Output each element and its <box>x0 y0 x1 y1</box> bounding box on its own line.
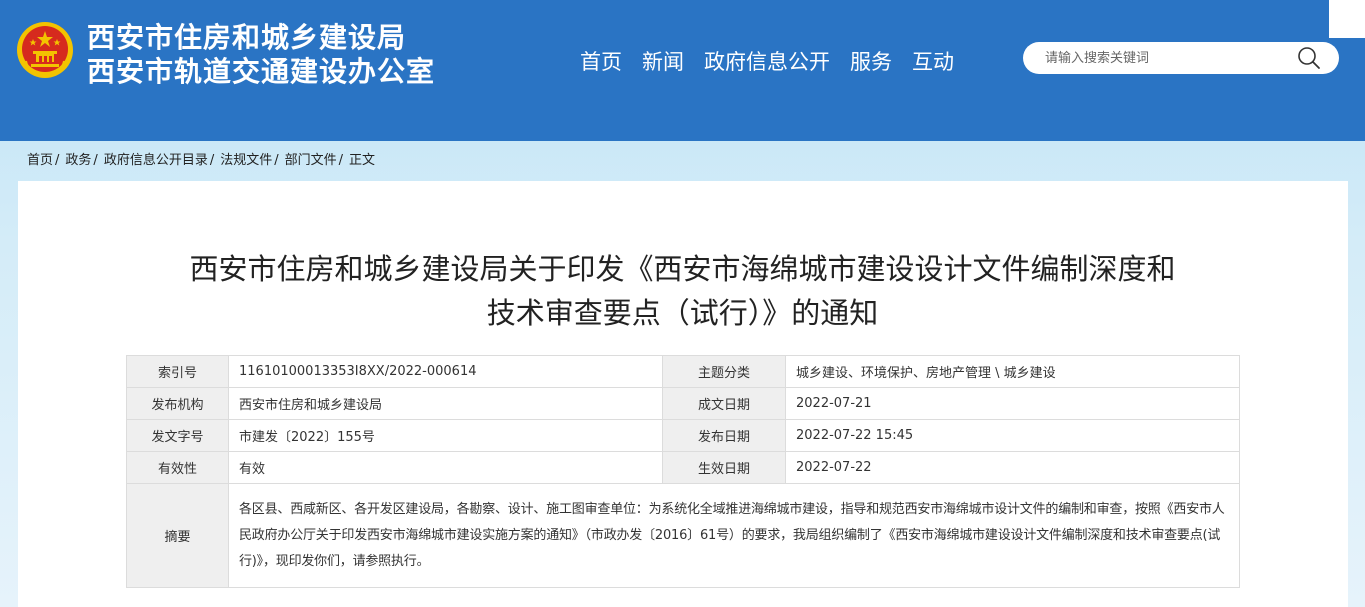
article-title-line1: 西安市住房和城乡建设局关于印发《西安市海绵城市建设设计文件编制深度和 <box>189 252 1176 286</box>
written-date-value: 2022-07-21 <box>785 387 1240 420</box>
doc-number-value: 市建发〔2022〕155号 <box>228 419 663 452</box>
summary-label: 摘要 <box>126 483 229 588</box>
table-row: 索引号 11610100013353I8XX/2022-000614 主题分类 … <box>126 355 1240 388</box>
article-title: 西安市住房和城乡建设局关于印发《西安市海绵城市建设设计文件编制深度和 技术审查要… <box>0 247 1365 335</box>
publisher-label: 发布机构 <box>126 387 229 420</box>
publish-date-label: 发布日期 <box>662 419 786 452</box>
written-date-label: 成文日期 <box>662 387 786 420</box>
search-input[interactable] <box>1045 42 1295 74</box>
index-value: 11610100013353I8XX/2022-000614 <box>228 355 663 388</box>
breadcrumb-separator: / <box>55 153 60 168</box>
breadcrumb-regulations[interactable]: 法规文件 <box>220 152 272 170</box>
topic-label: 主题分类 <box>662 355 786 388</box>
breadcrumb-current-text: 正文 <box>349 153 376 168</box>
header-corner-blank <box>1329 0 1365 38</box>
breadcrumb-home[interactable]: 首页 <box>27 152 53 170</box>
publish-date-value: 2022-07-22 15:45 <box>785 419 1240 452</box>
main-nav: 首页 新闻 政府信息公开 服务 互动 <box>580 46 974 78</box>
effective-date-label: 生效日期 <box>662 451 786 484</box>
validity-label: 有效性 <box>126 451 229 484</box>
breadcrumb-separator: / <box>338 153 344 168</box>
site-title[interactable]: 西安市住房和城乡建设局 西安市轨道交通建设办公室 <box>87 21 435 89</box>
effective-date-value: 2022-07-22 <box>785 451 1240 484</box>
breadcrumb-separator: / <box>209 153 215 168</box>
breadcrumb-gov-info-catalog[interactable]: 政府信息公开目录 <box>104 152 208 170</box>
breadcrumb-separator: / <box>93 153 98 168</box>
topic-value: 城乡建设、环境保护、房地产管理 \ 城乡建设 <box>785 355 1240 388</box>
nav-interaction[interactable]: 互动 <box>912 46 954 78</box>
table-row: 摘要 各区县、西咸新区、各开发区建设局，各勘察、设计、施工图审查单位：为系统化全… <box>126 483 1240 588</box>
site-header: 西安市住房和城乡建设局 西安市轨道交通建设办公室 首页 新闻 政府信息公开 服务… <box>0 0 1365 141</box>
nav-news[interactable]: 新闻 <box>642 46 684 78</box>
nav-services[interactable]: 服务 <box>850 46 892 78</box>
index-label: 索引号 <box>126 355 229 388</box>
table-row: 发布机构 西安市住房和城乡建设局 成文日期 2022-07-21 <box>126 387 1240 420</box>
breadcrumb: 首页 / 政务 / 政府信息公开目录 / 法规文件 / 部门文件 / 正文 <box>27 152 375 170</box>
document-meta-table: 索引号 11610100013353I8XX/2022-000614 主题分类 … <box>126 355 1240 588</box>
table-row: 有效性 有效 生效日期 2022-07-22 <box>126 451 1240 484</box>
article-title-line2: 技术审查要点（试行）》的通知 <box>486 296 879 330</box>
search-box <box>1023 42 1339 74</box>
national-emblem-icon <box>17 22 73 78</box>
site-title-line2: 西安市轨道交通建设办公室 <box>87 55 436 88</box>
validity-value: 有效 <box>228 451 663 484</box>
publisher-value: 西安市住房和城乡建设局 <box>228 387 663 420</box>
breadcrumb-separator: / <box>274 153 279 168</box>
nav-gov-info-public[interactable]: 政府信息公开 <box>704 46 830 78</box>
table-row: 发文字号 市建发〔2022〕155号 发布日期 2022-07-22 15:45 <box>126 419 1240 452</box>
search-icon[interactable] <box>1296 46 1322 70</box>
breadcrumb-government-affairs[interactable]: 政务 <box>65 152 91 170</box>
breadcrumb-dept-documents[interactable]: 部门文件 <box>285 152 337 170</box>
summary-value: 各区县、西咸新区、各开发区建设局，各勘察、设计、施工图审查单位：为系统化全域推进… <box>228 483 1240 588</box>
doc-number-label: 发文字号 <box>126 419 229 452</box>
site-title-line1: 西安市住房和城乡建设局 <box>87 21 407 54</box>
nav-home[interactable]: 首页 <box>580 46 622 78</box>
